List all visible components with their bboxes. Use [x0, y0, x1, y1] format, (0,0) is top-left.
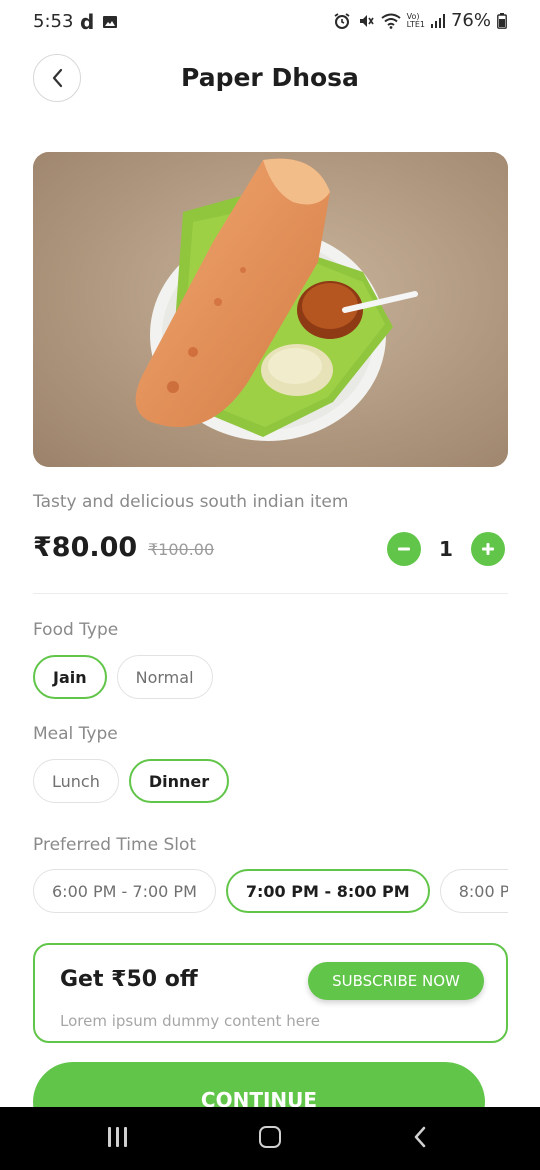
minus-icon — [398, 547, 410, 551]
recent-apps-button[interactable] — [108, 1127, 127, 1147]
product-old-price: ₹100.00 — [148, 540, 215, 559]
app-d-icon: d — [80, 10, 95, 34]
product-image — [33, 152, 508, 467]
time-slot-label: Preferred Time Slot — [33, 835, 197, 855]
time-slot-option-selected[interactable]: 7:00 PM - 8:00 PM — [225, 869, 430, 913]
home-button[interactable] — [259, 1126, 281, 1148]
alarm-icon — [334, 12, 350, 29]
status-bar: 5:53 d Vo) LTE1 76% — [0, 0, 540, 44]
page-title: Paper Dhosa — [181, 63, 359, 92]
time-slot-options: 6:00 PM - 7:00 PM 7:00 PM - 8:00 PM 8:00… — [33, 869, 508, 913]
product-description: Tasty and delicious south indian item — [33, 492, 349, 512]
battery-text: 76% — [450, 10, 491, 31]
gallery-icon — [103, 16, 118, 28]
food-type-option-normal[interactable]: Normal — [116, 655, 213, 699]
increase-quantity-button[interactable] — [471, 532, 505, 566]
food-type-label: Food Type — [33, 620, 119, 640]
plus-icon — [482, 543, 494, 555]
mute-icon — [359, 14, 374, 27]
product-price: ₹80.00 — [33, 532, 138, 563]
meal-type-option-dinner[interactable]: Dinner — [128, 759, 230, 803]
decrease-quantity-button[interactable] — [387, 532, 421, 566]
subscription-offer-card: Get ₹50 off SUBSCRIBE NOW Lorem ipsum du… — [33, 943, 508, 1043]
food-type-option-jain[interactable]: Jain — [33, 655, 107, 699]
food-type-options: Jain Normal — [33, 655, 213, 699]
offer-subtitle: Lorem ipsum dummy content here — [60, 1012, 321, 1030]
system-back-icon[interactable] — [412, 1125, 428, 1149]
header: Paper Dhosa — [0, 52, 540, 104]
offer-title: Get ₹50 off — [60, 967, 198, 992]
status-time: 5:53 — [33, 11, 74, 32]
meal-type-options: Lunch Dinner — [33, 759, 230, 803]
system-navigation-bar — [0, 1107, 540, 1170]
quantity-value: 1 — [439, 537, 453, 561]
wifi-icon — [380, 13, 401, 29]
subscribe-now-button[interactable]: SUBSCRIBE NOW — [308, 962, 484, 1000]
divider — [33, 593, 508, 594]
quantity-stepper: 1 — [387, 532, 505, 566]
volte-icon: Vo) LTE1 — [406, 11, 425, 29]
signal-icon — [430, 13, 445, 28]
time-slot-option[interactable]: 8:00 PM - 9:00 PM — [439, 869, 508, 913]
battery-icon — [497, 12, 507, 29]
meal-type-label: Meal Type — [33, 724, 118, 744]
time-slot-option[interactable]: 6:00 PM - 7:00 PM — [33, 869, 216, 913]
time-slot-scroller[interactable]: 6:00 PM - 7:00 PM 7:00 PM - 8:00 PM 8:00… — [33, 869, 508, 915]
meal-type-option-lunch[interactable]: Lunch — [33, 759, 119, 803]
